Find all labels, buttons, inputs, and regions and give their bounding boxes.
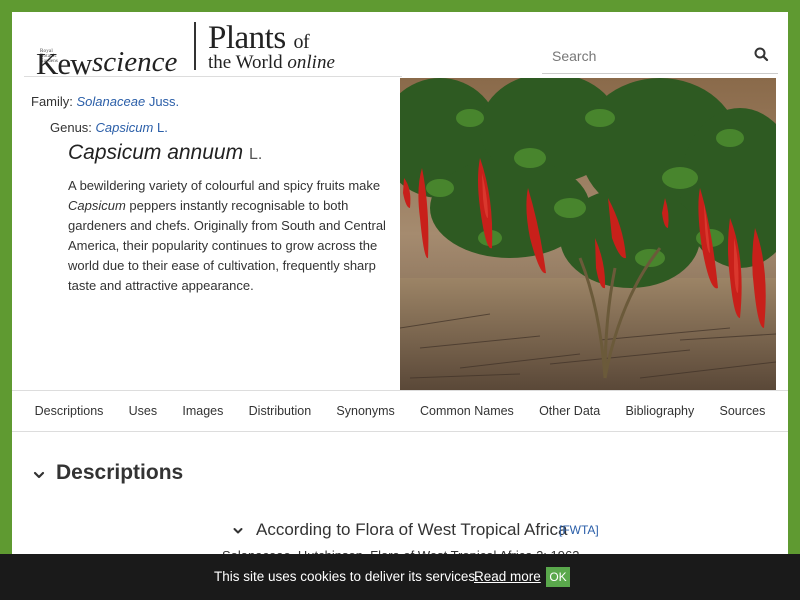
search-box — [542, 40, 778, 74]
tab-uses[interactable]: Uses — [129, 404, 157, 418]
search-input[interactable] — [552, 44, 742, 68]
tab-distribution[interactable]: Distribution — [249, 404, 312, 418]
header-divider — [24, 76, 402, 77]
site-header: Royal Botanic Gardens Kew science Plants… — [12, 12, 788, 81]
cookie-banner: This site uses cookies to deliver its se… — [0, 554, 800, 600]
tab-common-names[interactable]: Common Names — [420, 404, 514, 418]
tabs-bottom-divider — [12, 431, 788, 432]
tab-sources[interactable]: Sources — [720, 404, 766, 418]
fwta-heading[interactable]: According to Flora of West Tropical Afri… — [256, 520, 567, 540]
section-tabs: Descriptions Uses Images Distribution Sy… — [12, 391, 788, 431]
species-summary: A bewildering variety of colourful and s… — [68, 178, 386, 293]
tab-other-data[interactable]: Other Data — [539, 404, 600, 418]
science-wordmark: science — [92, 46, 178, 78]
page: Royal Botanic Gardens Kew science Plants… — [12, 12, 788, 600]
cookie-read-more-link[interactable]: Read more — [474, 569, 541, 584]
taxon-family: Family: Solanaceae Juss. — [31, 94, 180, 109]
tab-synonyms[interactable]: Synonyms — [336, 404, 394, 418]
potw-logo-line2: the World online — [208, 52, 335, 73]
species-name: Capsicum annuum — [68, 141, 244, 164]
species-title: Capsicum annuum L. — [68, 141, 262, 165]
cookie-message: This site uses cookies to deliver its se… — [214, 569, 479, 584]
tab-bibliography[interactable]: Bibliography — [625, 404, 694, 418]
tab-images[interactable]: Images — [182, 404, 223, 418]
tab-descriptions[interactable]: Descriptions — [35, 404, 104, 418]
family-link[interactable]: Solanaceae — [77, 94, 146, 109]
fwta-source-tag[interactable]: [FWTA] — [559, 523, 599, 537]
species-author: L. — [248, 146, 263, 163]
cookie-ok-button[interactable]: OK — [546, 567, 570, 587]
genus-author[interactable]: L. — [157, 120, 168, 135]
taxon-genus: Genus: Capsicum L. — [50, 120, 168, 135]
family-author[interactable]: Juss. — [149, 94, 179, 109]
search-icon[interactable] — [752, 45, 772, 65]
chevron-down-icon[interactable] — [232, 524, 244, 536]
chevron-down-icon[interactable] — [32, 468, 46, 482]
species-photo[interactable] — [400, 78, 776, 390]
descriptions-heading[interactable]: Descriptions — [56, 461, 183, 485]
genus-link[interactable]: Capsicum — [96, 120, 154, 135]
logo-divider — [194, 22, 196, 70]
